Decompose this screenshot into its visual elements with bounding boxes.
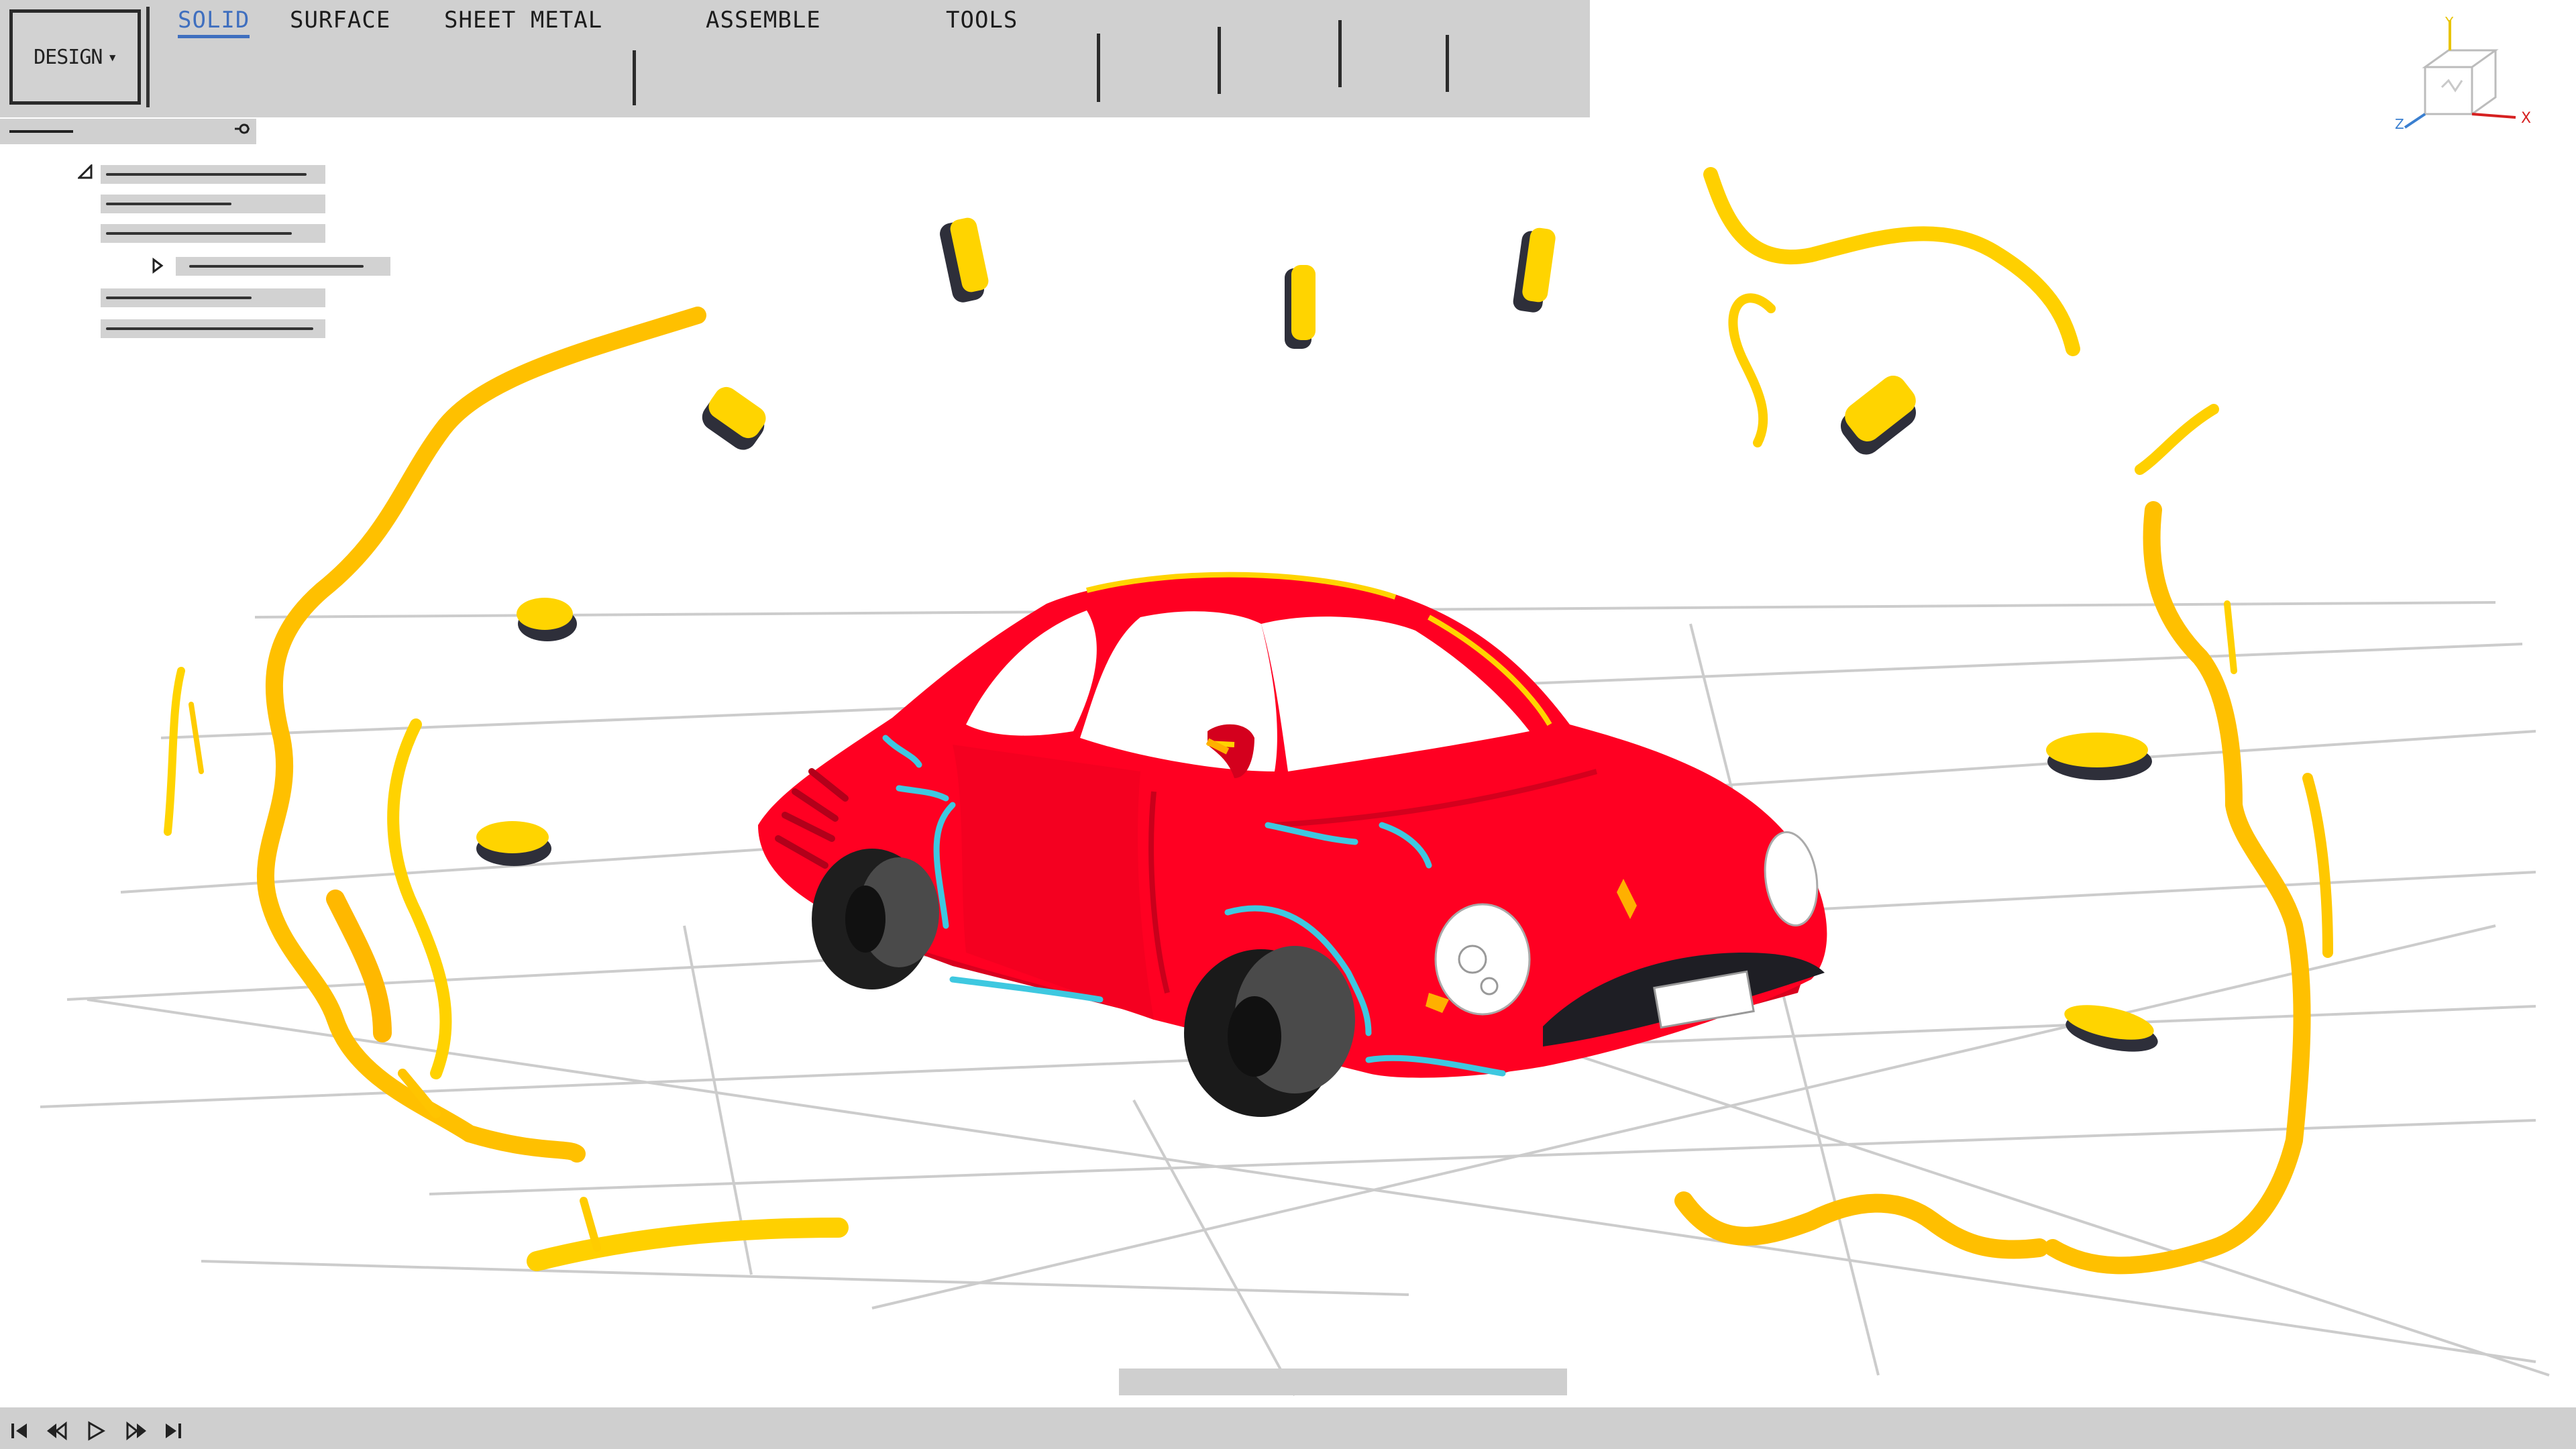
browser-tree-item[interactable]	[101, 165, 325, 184]
coin	[1513, 227, 1556, 313]
toolbar-group-divider	[1338, 20, 1342, 87]
toolbar-group-divider	[633, 50, 636, 105]
browser-tree-item[interactable]	[101, 195, 325, 213]
skip-to-start-icon[interactable]	[9, 1421, 30, 1441]
view-cube[interactable]: Y X Z	[2388, 13, 2549, 141]
z-axis-label: Z	[2395, 116, 2404, 132]
tab-sheet-metal[interactable]: SHEET METAL	[444, 7, 602, 34]
timeline-bar	[0, 1407, 2576, 1449]
toolbar-group-divider	[1097, 34, 1100, 102]
chevron-down-icon: ▾	[107, 48, 117, 66]
skip-to-end-icon[interactable]	[164, 1421, 184, 1441]
x-axis-line	[2471, 113, 2516, 119]
browser-title-placeholder	[9, 130, 73, 133]
viewport-canvas[interactable]	[0, 0, 2576, 1449]
toolbar-group-divider	[1218, 27, 1221, 94]
coin	[2046, 733, 2152, 780]
browser-tree-item[interactable]	[101, 224, 325, 243]
tab-solid[interactable]: SOLID	[178, 7, 250, 38]
ribbon-toolbar: DESIGN ▾ SOLID SURFACE SHEET METAL ASSEM…	[0, 0, 1590, 117]
pin-icon[interactable]	[232, 121, 250, 140]
browser-panel-header[interactable]	[0, 119, 256, 144]
tab-assemble[interactable]: ASSEMBLE	[706, 7, 821, 34]
z-axis-line	[2404, 113, 2426, 129]
coin	[1840, 376, 1917, 455]
coin	[940, 217, 989, 303]
status-bar	[1119, 1368, 1567, 1395]
coin	[702, 386, 766, 450]
x-axis-label: X	[2521, 110, 2531, 127]
workspace-label: DESIGN	[34, 45, 103, 69]
front-wheel	[1184, 946, 1355, 1117]
y-axis-label: Y	[2445, 14, 2454, 30]
browser-tree-item[interactable]	[176, 257, 390, 276]
toolbar-separator	[146, 7, 150, 107]
car-model[interactable]	[758, 572, 1827, 1117]
coin	[476, 821, 551, 866]
triangle-right-icon[interactable]	[152, 258, 164, 277]
tab-surface[interactable]: SURFACE	[290, 7, 390, 34]
step-forward-icon[interactable]	[125, 1421, 148, 1441]
cube-icon[interactable]	[2422, 49, 2499, 115]
triangle-down-icon[interactable]	[76, 163, 93, 182]
rear-wheel	[812, 849, 939, 989]
browser-tree-item[interactable]	[101, 319, 325, 338]
workspace-switcher-button[interactable]: DESIGN ▾	[9, 9, 141, 105]
coin	[1285, 265, 1316, 349]
coin	[517, 598, 577, 641]
step-back-icon[interactable]	[46, 1421, 68, 1441]
play-icon[interactable]	[86, 1421, 106, 1441]
tab-tools[interactable]: TOOLS	[946, 7, 1018, 34]
browser-tree-item[interactable]	[101, 288, 325, 307]
toolbar-group-divider	[1446, 35, 1449, 92]
